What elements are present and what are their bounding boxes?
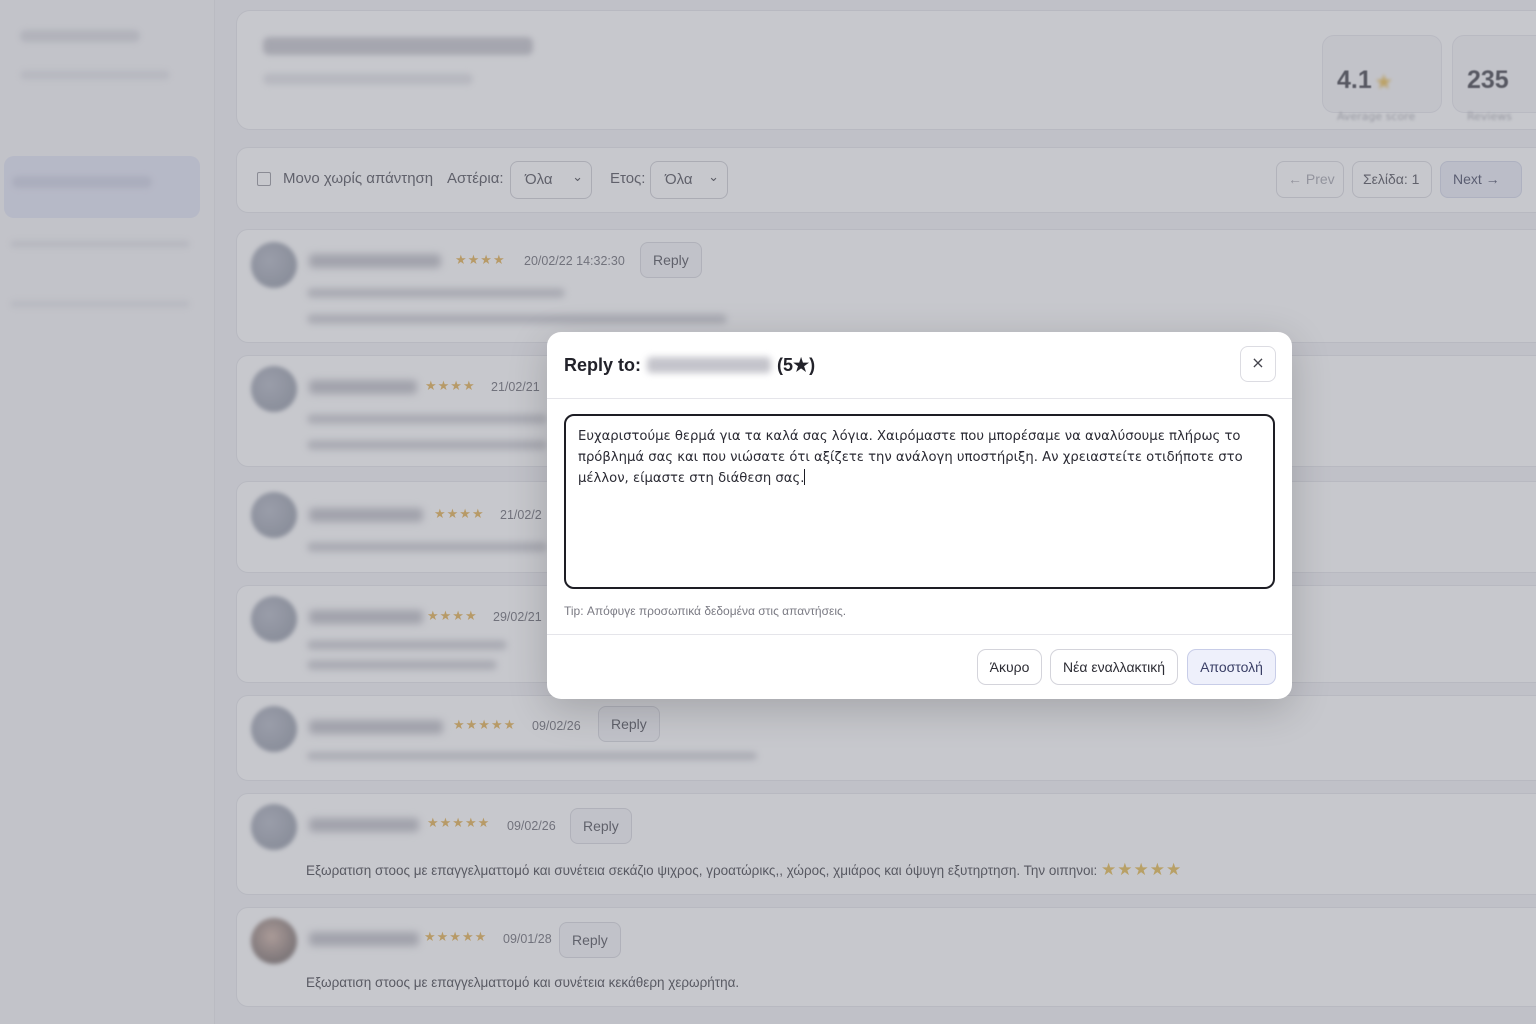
- reply-textarea[interactable]: Ευχαριστούμε θερμά για τα καλά σας λόγια…: [564, 414, 1275, 589]
- cancel-button[interactable]: Άκυρο: [977, 649, 1042, 685]
- modal-title-rating: (5★): [777, 355, 816, 375]
- modal-title-prefix: Reply to:: [564, 355, 642, 375]
- modal-footer-divider: [547, 634, 1292, 635]
- reply-modal: Reply to: (5★) × Ευχαριστούμε θερμά για τ…: [547, 332, 1292, 699]
- close-icon: ×: [1251, 353, 1265, 372]
- reply-text-value: Ευχαριστούμε θερμά για τα καλά σας λόγια…: [578, 429, 1243, 486]
- modal-title: Reply to: (5★): [564, 355, 815, 376]
- reviewer-name-blurred: [647, 357, 772, 373]
- privacy-tip: Tip: Απόφυγε προσωπικά δεδομένα στις απα…: [564, 604, 847, 618]
- text-caret: [804, 468, 806, 485]
- modal-header: Reply to: (5★) ×: [547, 332, 1292, 399]
- send-button[interactable]: Αποστολή: [1187, 649, 1276, 685]
- new-alternative-button[interactable]: Νέα εναλλακτική: [1050, 649, 1178, 685]
- close-button[interactable]: ×: [1240, 346, 1276, 382]
